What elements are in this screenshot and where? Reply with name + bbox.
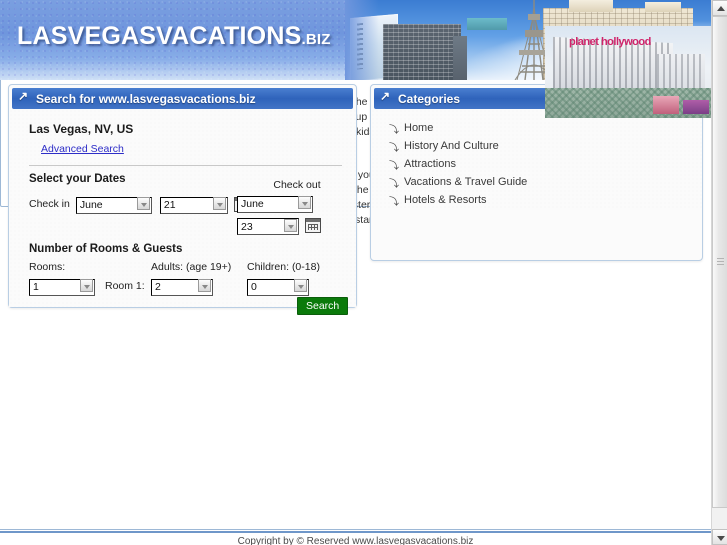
categories-panel-title: Categories [398, 91, 461, 106]
search-panel: Search for www.lasvegasvacations.biz Las… [8, 84, 357, 315]
adults-select[interactable]: 1234 [151, 278, 213, 296]
category-item-vacations-travel-guide[interactable]: ⤵ Vacations & Travel Guide [371, 173, 702, 191]
browser-page: LASVEGASVACATIONS.BIZ Search for www.las… [0, 0, 727, 545]
children-select[interactable]: 01234 [247, 278, 309, 296]
arrow-bullet-icon: ⤵ [389, 178, 399, 190]
advanced-search-link[interactable]: Advanced Search [41, 143, 124, 155]
children-label: Children: (0-18) [247, 261, 320, 273]
arrow-bullet-icon: ⤵ [389, 142, 399, 154]
search-panel-header: Search for www.lasvegasvacations.biz [12, 88, 353, 109]
banner-building-dark-wing [453, 36, 467, 80]
divider [29, 165, 342, 166]
calendar-icon-checkout[interactable] [305, 218, 321, 234]
checkin-label: Check in [29, 198, 70, 211]
scroll-down-arrow-icon[interactable] [712, 529, 727, 545]
search-panel-body: Las Vegas, NV, US Advanced Search Select… [9, 109, 356, 315]
checkin-month-select[interactable]: JanuaryFebruaryMarchAprilMayJuneJulyAugu… [75, 196, 152, 214]
hotel-photo-sign: planet hollywood [569, 36, 651, 48]
category-item-hotels-resorts[interactable]: ⤵ Hotels & Resorts [371, 191, 702, 209]
category-label: Vacations & Travel Guide [404, 176, 528, 188]
category-item-history-and-culture[interactable]: ⤵ History And Culture [371, 137, 702, 155]
site-logo-name: LASVEGASVACATIONS [17, 22, 302, 50]
category-label: Hotels & Resorts [404, 194, 487, 206]
page-viewport: LASVEGASVACATIONS.BIZ Search for www.las… [0, 0, 711, 545]
arrow-up-right-icon [18, 89, 31, 105]
category-item-attractions[interactable]: ⤵ Attractions [371, 155, 702, 173]
search-button[interactable]: Search [297, 297, 349, 315]
room-number-label: Room 1: [105, 280, 145, 292]
vertical-scrollbar[interactable] [711, 0, 727, 545]
site-logo[interactable]: LASVEGASVACATIONS.BIZ [17, 22, 331, 51]
checkin-day-select[interactable]: 1234567891011121314151617181920212223242… [159, 196, 228, 214]
rooms-label: Rooms: [29, 261, 66, 273]
scrollbar-thumb[interactable] [712, 16, 727, 508]
search-panel-title: Search for www.lasvegasvacations.biz [36, 91, 256, 106]
arrow-bullet-icon: ⤵ [389, 196, 399, 208]
scroll-up-arrow-icon[interactable] [712, 0, 727, 16]
search-city-label: Las Vegas, NV, US [29, 122, 134, 136]
category-item-home[interactable]: ⤵ Home [371, 119, 702, 137]
hotel-photo-planet-hollywood: planet hollywood [545, 26, 711, 118]
hotel-photo-billboard-purple [683, 100, 709, 114]
checkout-day-select[interactable]: 1234567891011121314151617181920212223242… [237, 218, 299, 235]
categories-panel-body: ⤵ Home ⤵ History And Culture ⤵ Attractio… [371, 109, 702, 209]
adults-label: Adults: (age 19+) [151, 261, 232, 273]
footer-divider-top [0, 529, 711, 530]
arrow-bullet-icon: ⤵ [389, 160, 399, 172]
category-label: Home [404, 122, 434, 134]
hotel-photo-billboard-pink [653, 96, 679, 114]
checkout-month-select[interactable]: JanuaryFebruaryMarchAprilMayJuneJulyAugu… [237, 195, 313, 213]
site-logo-tld: .BIZ [301, 31, 331, 48]
rooms-select[interactable]: 1234 [29, 278, 95, 296]
arrow-bullet-icon: ⤵ [389, 124, 399, 136]
footer-copyright: Copyright by © Reserved www.lasvegasvaca… [237, 536, 474, 545]
category-label: History And Culture [404, 140, 499, 152]
banner-building-dark-highrise [383, 24, 461, 80]
arrow-up-right-icon [380, 89, 393, 105]
footer-divider [0, 531, 711, 533]
checkout-label: Check out [273, 179, 321, 191]
category-label: Attractions [404, 158, 456, 170]
